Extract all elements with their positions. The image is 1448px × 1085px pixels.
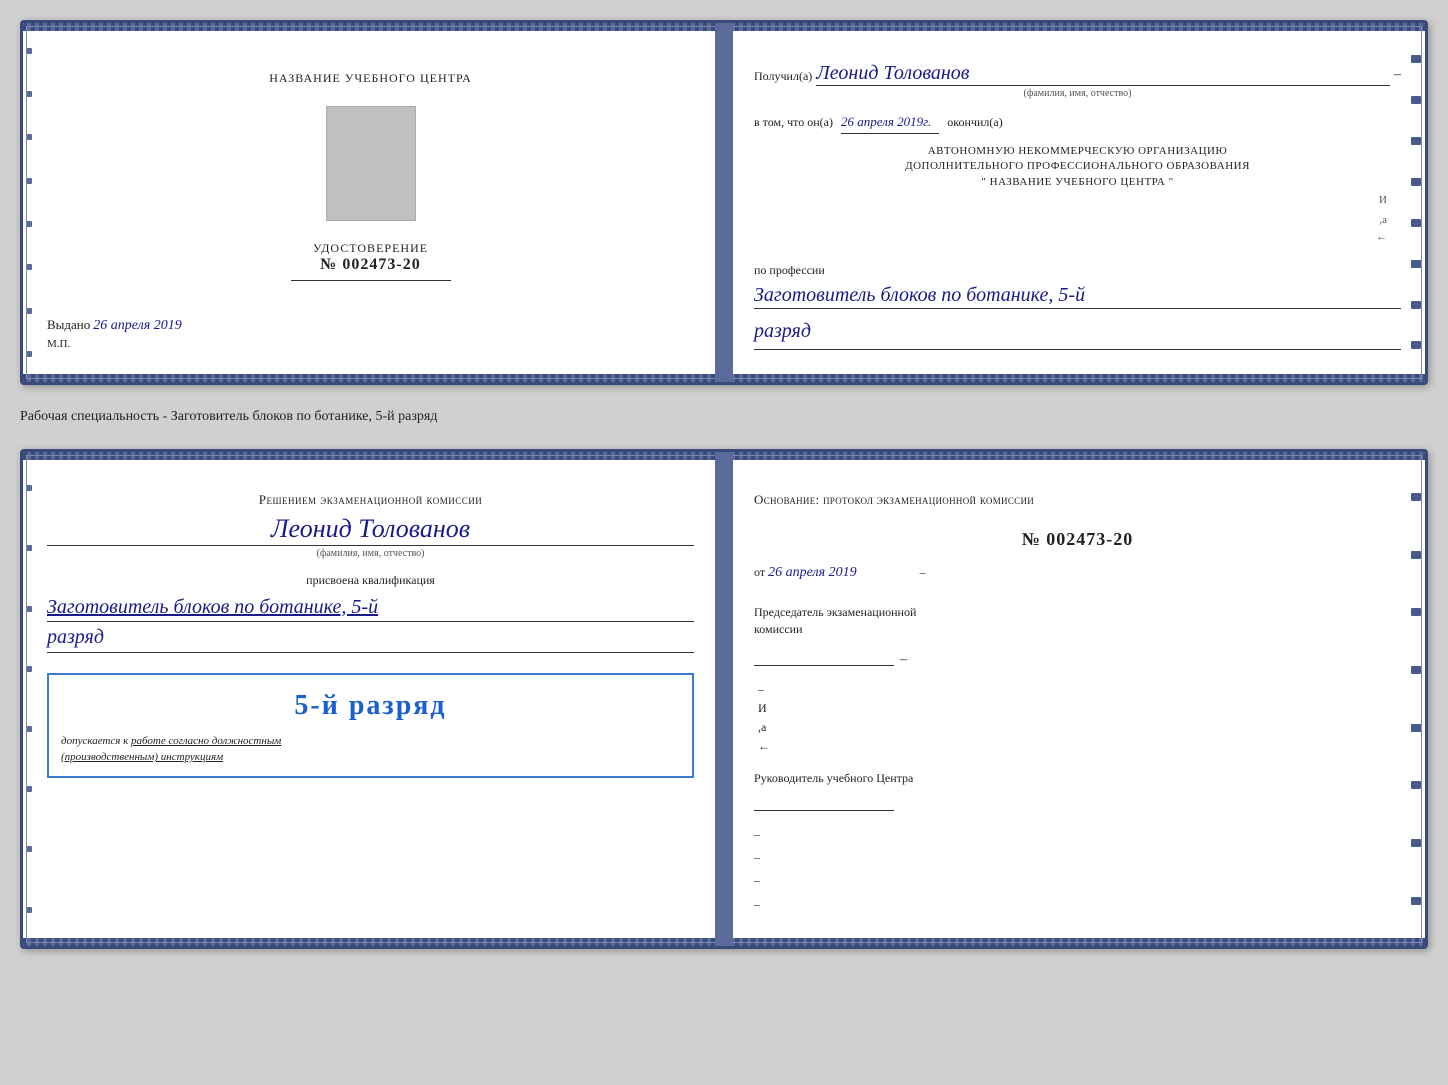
predsedatel-label: Председатель экзаменационнойкомиссии xyxy=(754,604,1401,638)
decor-bar-8 xyxy=(1411,341,1421,349)
predsedatel-section: Председатель экзаменационнойкомиссии – –… xyxy=(754,604,1401,756)
razryad-text: разряд xyxy=(754,315,1401,350)
left-decor-2: ← xyxy=(758,737,1401,756)
resheniyem-title: Решением экзаменационной комиссии xyxy=(47,490,694,510)
osnovanie-label: Основание: протокол экзаменационной коми… xyxy=(754,490,1401,511)
vydano-label: Выдано xyxy=(47,317,90,332)
arrow-decor-2: ,а xyxy=(758,718,1401,737)
bottom-left-panel: Решением экзаменационной комиссии Леонид… xyxy=(23,462,724,936)
bottom-top-texture xyxy=(23,452,1425,460)
b-decor-bar-4 xyxy=(1411,666,1421,674)
bottom-fio-sub: (фамилия, имя, отчество) xyxy=(47,546,694,561)
bottom-dashes: – – – – xyxy=(754,825,1401,914)
i-decor-2: – xyxy=(758,680,1401,699)
ot-line: от 26 апреля 2019 – xyxy=(754,562,1401,584)
top-left-panel: НАЗВАНИЕ УЧЕБНОГО ЦЕНТРА УДОСТОВЕРЕНИЕ №… xyxy=(23,33,724,372)
ot-date: 26 апреля 2019 xyxy=(768,565,856,580)
block-title: АВТОНОМНУЮ НЕКОММЕРЧЕСКУЮ ОРГАНИЗАЦИЮ ДО… xyxy=(754,144,1401,190)
vtom-line: в том, что он(а) 26 апреля 2019г. окончи… xyxy=(754,112,1401,134)
vtom-label: в том, что он(а) xyxy=(754,113,833,132)
b-dash-4: – xyxy=(754,895,1401,914)
top-texture-bar xyxy=(23,23,1425,31)
arrow-label: ← xyxy=(754,229,1401,247)
bottom-card-inner: Решением экзаменационной комиссии Леонид… xyxy=(23,452,1425,946)
bottom-right-decor-bars xyxy=(1409,462,1423,936)
bottom-texture-bar xyxy=(23,374,1425,382)
predsedatel-text: Председатель экзаменационнойкомиссии xyxy=(754,605,916,636)
block-line2: ДОПОЛНИТЕЛЬНОГО ПРОФЕССИОНАЛЬНОГО ОБРАЗО… xyxy=(754,159,1401,174)
poluchil-name: Леонид Толованов xyxy=(816,61,1390,86)
udostoverenie-number: № 002473-20 xyxy=(291,256,451,274)
b-dash-3: – xyxy=(754,871,1401,890)
dash: – xyxy=(1394,64,1401,86)
decor-bar-6 xyxy=(1411,260,1421,268)
decor-bar-1 xyxy=(1411,55,1421,63)
predsedatel-dash: – xyxy=(900,649,907,671)
b-decor-bar-8 xyxy=(1411,897,1421,905)
b-decor-bar-3 xyxy=(1411,608,1421,616)
decor-bar-5 xyxy=(1411,219,1421,227)
vtom-date: 26 апреля 2019г. xyxy=(841,112,939,134)
predsedatel-signature-line xyxy=(754,646,894,666)
page-container: НАЗВАНИЕ УЧЕБНОГО ЦЕНТРА УДОСТОВЕРЕНИЕ №… xyxy=(20,20,1428,949)
b-decor-bar-7 xyxy=(1411,839,1421,847)
b-dash-2: – xyxy=(754,848,1401,867)
right-decor-bars xyxy=(1409,33,1423,372)
rukovoditel-label: Руководитель учебного Центра xyxy=(754,770,1401,787)
person-name-large: Леонид Толованов xyxy=(47,513,694,545)
okonchil-label: окончил(а) xyxy=(947,113,1002,132)
b-decor-bar-5 xyxy=(1411,724,1421,732)
vydano-date: 26 апреля 2019 xyxy=(93,318,181,333)
top-right-panel: Получил(а) Леонид Толованов – (фамилия, … xyxy=(724,33,1425,372)
decor-bar-7 xyxy=(1411,301,1421,309)
rukovoditel-signature-line xyxy=(754,791,894,811)
ot-label: от xyxy=(754,565,765,579)
top-card-inner: НАЗВАНИЕ УЧЕБНОГО ЦЕНТРА УДОСТОВЕРЕНИЕ №… xyxy=(23,23,1425,382)
poluchil-line: Получил(а) Леонид Толованов – xyxy=(754,61,1401,86)
decor-bar-2 xyxy=(1411,96,1421,104)
a-label: ,а xyxy=(754,212,1401,230)
bottom-right-panel: Основание: протокол экзаменационной коми… xyxy=(724,462,1425,936)
udostoverenie-block: УДОСТОВЕРЕНИЕ № 002473-20 xyxy=(291,241,451,281)
rukovoditel-section: Руководитель учебного Центра – – – – xyxy=(754,770,1401,914)
b-decor-bar-6 xyxy=(1411,781,1421,789)
bottom-bottom-texture xyxy=(23,938,1425,946)
vydano-line: Выдано 26 апреля 2019 xyxy=(47,309,694,334)
b-decor-bar-1 xyxy=(1411,493,1421,501)
b-decor-bar-2 xyxy=(1411,551,1421,559)
udostoverenie-label: УДОСТОВЕРЕНИЕ xyxy=(291,241,451,256)
b-dash-1: – xyxy=(754,825,1401,844)
top-document-card: НАЗВАНИЕ УЧЕБНОГО ЦЕНТРА УДОСТОВЕРЕНИЕ №… xyxy=(20,20,1428,385)
stamp-box: 5-й разряд допускается к работе согласно… xyxy=(47,673,694,778)
poluchil-label: Получил(а) xyxy=(754,67,812,86)
mp-label: М.П. xyxy=(47,338,694,350)
stamp-subtitle: допускается к работе согласно должностны… xyxy=(61,733,680,766)
stamp-number: 5-й разряд xyxy=(61,685,680,727)
prisvoena-label: присвоена квалификация xyxy=(47,571,694,589)
rukovoditel-text: Руководитель учебного Центра xyxy=(754,771,913,785)
profession-text: Заготовитель блоков по ботанике, 5-й xyxy=(754,282,1401,309)
middle-label: Рабочая специальность - Заготовитель бло… xyxy=(20,403,1428,431)
bottom-document-card: Решением экзаменационной комиссии Леонид… xyxy=(20,449,1428,949)
a-decor-2: И xyxy=(758,699,1401,718)
razryad-bottom: разряд xyxy=(47,622,694,653)
block-line1: АВТОНОМНУЮ НЕКОММЕРЧЕСКУЮ ОРГАНИЗАЦИЮ xyxy=(754,144,1401,159)
decor-bar-3 xyxy=(1411,137,1421,145)
ot-dash: – xyxy=(920,565,926,579)
po-professii-label: по профессии xyxy=(754,261,1401,280)
protokol-number: № 002473-20 xyxy=(754,525,1401,554)
fio-sub-top: (фамилия, имя, отчество) xyxy=(754,86,1401,102)
qualification-text: Заготовитель блоков по ботанике, 5-й xyxy=(47,593,694,622)
block-line3: " НАЗВАНИЕ УЧЕБНОГО ЦЕНТРА " xyxy=(754,175,1401,190)
decor-bar-4 xyxy=(1411,178,1421,186)
i-label: И xyxy=(754,192,1401,210)
top-left-title: НАЗВАНИЕ УЧЕБНОГО ЦЕНТРА xyxy=(269,71,472,86)
photo-placeholder xyxy=(326,106,416,221)
